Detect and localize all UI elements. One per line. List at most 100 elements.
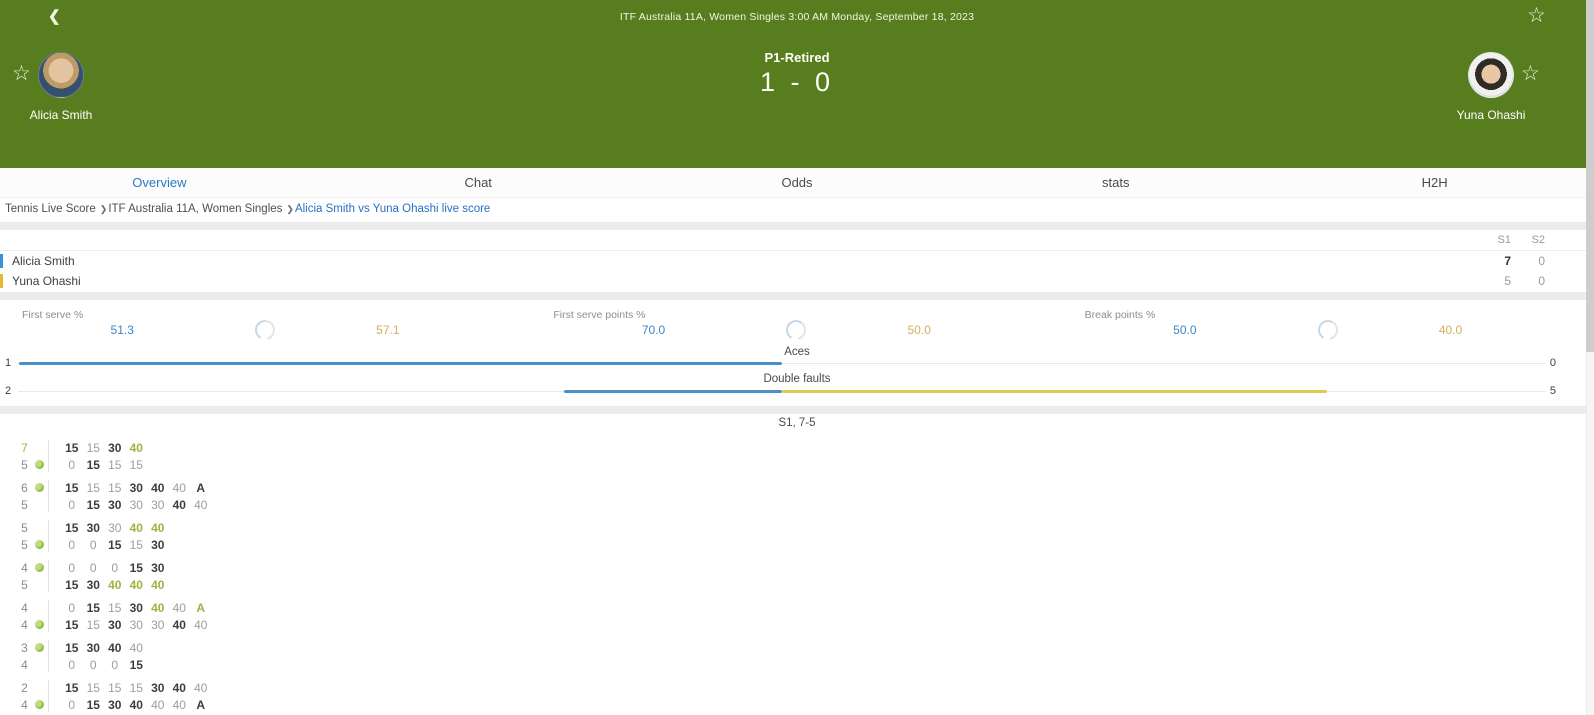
point-by-point-card: S1, 7-5 7 15 15 30 40 5 0 15 15 15 6 15 15 15 30 40 40 A 5… bbox=[0, 414, 1594, 715]
point-cell: 15 bbox=[65, 480, 79, 495]
percent-stat: First serve % 51.3 57.1 bbox=[0, 300, 531, 346]
tab-chat[interactable]: Chat bbox=[319, 168, 638, 197]
tab-overview[interactable]: Overview bbox=[0, 168, 319, 197]
home-game-row: 4 0 0 0 15 30 bbox=[0, 559, 1594, 576]
favorite-home-star-icon[interactable]: ☆ bbox=[12, 63, 31, 84]
games-count: 3 bbox=[21, 640, 28, 655]
point-cell: 30 bbox=[129, 600, 143, 615]
favorite-away-star-icon[interactable]: ☆ bbox=[1521, 63, 1540, 84]
point-cell: 40 bbox=[151, 480, 165, 495]
tab-bar: Overview Chat Odds stats H2H bbox=[0, 168, 1594, 198]
home-bar-value: 2 bbox=[5, 385, 12, 397]
point-cell: 30 bbox=[86, 520, 100, 535]
away-game-row: 4 0 15 30 40 40 40 A bbox=[0, 696, 1594, 713]
score-table-header: S1 S2 bbox=[0, 230, 1594, 251]
point-cell: 40 bbox=[172, 617, 186, 632]
set-score-value: 5 bbox=[1504, 274, 1511, 288]
point-cell: 0 bbox=[68, 457, 76, 472]
favorite-match-star-icon[interactable]: ☆ bbox=[1527, 5, 1546, 26]
point-cell: 0 bbox=[68, 697, 76, 712]
home-game-row: 2 15 15 15 15 30 40 40 bbox=[0, 679, 1594, 696]
point-sequence: 15 30 30 40 40 bbox=[61, 521, 169, 535]
point-cell: 15 bbox=[129, 560, 143, 575]
point-cell: 0 bbox=[89, 537, 97, 552]
games-count: 5 bbox=[21, 577, 28, 592]
tab-stats[interactable]: stats bbox=[956, 168, 1275, 197]
set-score-value: 0 bbox=[1538, 274, 1545, 288]
point-cell: 30 bbox=[151, 497, 165, 512]
game-block: 6 15 15 15 30 40 40 A 5 0 15 30 30 30 40 40 bbox=[0, 479, 1594, 513]
tab-odds[interactable]: Odds bbox=[638, 168, 957, 197]
game-block: 4 0 0 0 15 30 5 15 30 40 40 40 bbox=[0, 559, 1594, 593]
games-count: 4 bbox=[21, 617, 28, 632]
point-cell: 15 bbox=[65, 440, 79, 455]
point-cell: 0 bbox=[89, 657, 97, 672]
home-game-row: 5 15 30 30 40 40 bbox=[0, 519, 1594, 536]
match-header: ❮ ITF Australia 11A, Women Singles 3:00 … bbox=[0, 0, 1594, 168]
point-cell: 30 bbox=[129, 497, 143, 512]
serve-indicator-slot bbox=[31, 563, 47, 572]
away-game-row: 5 15 30 40 40 40 bbox=[0, 576, 1594, 593]
tab-h2h[interactable]: H2H bbox=[1275, 168, 1594, 197]
serve-ball-icon bbox=[34, 700, 44, 709]
point-cell: 15 bbox=[65, 617, 79, 632]
point-cell: 40 bbox=[129, 697, 143, 712]
games-count: 7 bbox=[21, 440, 28, 455]
point-cell: 0 bbox=[89, 560, 97, 575]
games-count: 4 bbox=[21, 657, 28, 672]
point-cell: 0 bbox=[68, 657, 76, 672]
point-cell: 15 bbox=[86, 440, 100, 455]
percent-stat: Break points % 50.0 40.0 bbox=[1063, 300, 1594, 346]
breadcrumb-separator-icon: ❯ bbox=[286, 204, 294, 214]
point-cell: 15 bbox=[129, 657, 143, 672]
point-cell: 15 bbox=[129, 457, 143, 472]
score-row-player-name: Alicia Smith bbox=[12, 254, 75, 268]
point-sequence: 0 15 15 15 bbox=[61, 458, 147, 472]
point-cell: 30 bbox=[108, 440, 122, 455]
match-score: 1 - 0 bbox=[759, 67, 835, 97]
point-cell: 40 bbox=[129, 440, 143, 455]
player-color-marker bbox=[0, 254, 3, 268]
away-percent-value: 57.1 bbox=[376, 323, 400, 337]
point-cell: 15 bbox=[129, 537, 143, 552]
serve-ball-icon bbox=[34, 540, 44, 549]
point-cell: 15 bbox=[86, 680, 100, 695]
point-cell: 40 bbox=[151, 520, 165, 535]
breadcrumb-item[interactable]: Alicia Smith vs Yuna Ohashi live score bbox=[295, 203, 490, 215]
point-cell: 15 bbox=[86, 617, 100, 632]
stats-card: First serve % 51.3 57.1 First serve points … bbox=[0, 300, 1594, 406]
point-cell: 30 bbox=[86, 577, 100, 592]
point-sequence: 0 15 15 30 40 40 A bbox=[61, 601, 212, 615]
point-sequence: 15 15 30 40 bbox=[61, 441, 147, 455]
serve-ball-icon bbox=[34, 483, 44, 492]
point-cell: A bbox=[196, 480, 206, 495]
games-count: 5 bbox=[21, 520, 28, 535]
home-percent-value: 50.0 bbox=[1173, 323, 1197, 337]
score-row: Alicia Smith 7 0 bbox=[0, 251, 1594, 271]
scrollbar-thumb[interactable] bbox=[1586, 0, 1594, 352]
percent-gauge-icon bbox=[786, 320, 807, 340]
away-game-row: 4 15 15 30 30 30 40 40 bbox=[0, 616, 1594, 633]
point-cell: 30 bbox=[108, 520, 122, 535]
point-cell: 40 bbox=[151, 697, 165, 712]
percent-stat-label: First serve % bbox=[22, 309, 84, 321]
set-column-header: S1 bbox=[1497, 234, 1511, 246]
tournament-title: ITF Australia 11A, Women Singles 3:00 AM… bbox=[619, 11, 975, 23]
away-player-name: Yuna Ohashi bbox=[1456, 108, 1526, 122]
score-row-player-name: Yuna Ohashi bbox=[12, 274, 81, 288]
point-cell: 0 bbox=[68, 497, 76, 512]
player-color-marker bbox=[0, 274, 3, 288]
serve-indicator-slot bbox=[31, 460, 47, 469]
games-count: 6 bbox=[21, 480, 28, 495]
point-cell: 15 bbox=[65, 640, 79, 655]
scrollbar-track[interactable] bbox=[1586, 0, 1594, 715]
point-cell: 30 bbox=[151, 537, 165, 552]
percent-gauge-icon bbox=[255, 320, 276, 340]
point-sequence: 15 30 40 40 40 bbox=[61, 578, 169, 592]
point-sequence: 0 0 0 15 30 bbox=[61, 561, 169, 575]
games-count: 4 bbox=[21, 600, 28, 615]
point-cell: 0 bbox=[111, 657, 119, 672]
point-sequence: 0 15 30 30 30 40 40 bbox=[61, 498, 212, 512]
stat-bar-track bbox=[18, 362, 1545, 365]
